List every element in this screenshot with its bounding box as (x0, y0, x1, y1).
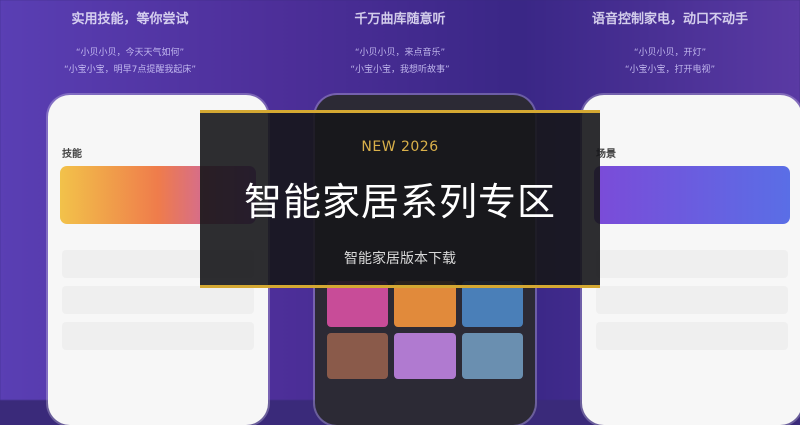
feature-caption-music: 千万曲库随意听 “小贝小贝，来点音乐” “小宝小宝，我想听故事” (285, 8, 515, 79)
feature-heading: 语音控制家电，动口不动手 (591, 12, 748, 27)
feature-caption-skills: 实用技能，等你尝试 “小贝小贝，今天天气如何” “小宝小宝，明早7点提醒我起床” (15, 8, 245, 79)
feature-heading: 千万曲库随意听 (354, 12, 446, 27)
promo-overlay-card[interactable]: NEW 2026 智能家居系列专区 智能家居版本下载 (200, 110, 600, 288)
feature-heading: 实用技能，等你尝试 (71, 12, 189, 27)
list-item (596, 250, 788, 278)
album-cover-image (327, 333, 389, 379)
tab-strip (582, 224, 800, 242)
example-line: “小宝小宝，明早7点提醒我起床” (63, 65, 197, 75)
phone-page-title: 场景 (596, 149, 616, 160)
download-subtitle[interactable]: 智能家居版本下载 (200, 248, 600, 268)
feature-caption-voice-control: 语音控制家电，动口不动手 “小贝小贝，开灯” “小宝小宝，打开电视” (555, 8, 785, 79)
example-line: “小贝小贝，开灯” (633, 48, 707, 58)
list-item (62, 286, 254, 314)
example-line: “小宝小宝，我想听故事” (350, 65, 450, 75)
album-cover-image (394, 333, 456, 379)
list-item (596, 286, 788, 314)
section-title: 智能家居系列专区 (243, 180, 556, 224)
album-cover-image (461, 333, 523, 379)
list-item (62, 322, 254, 350)
album-grid (327, 281, 523, 379)
example-line: “小贝小贝，今天天气如何” (75, 48, 185, 58)
example-line: “小贝小贝，来点音乐” (354, 48, 446, 58)
phone-preview-scenes: 场景 (582, 95, 800, 425)
status-bar (582, 95, 800, 135)
promo-banner-image (594, 166, 790, 224)
example-line: “小宝小宝，打开电视” (624, 65, 716, 75)
new-badge-text: NEW 2026 (361, 139, 439, 155)
list-item (596, 322, 788, 350)
